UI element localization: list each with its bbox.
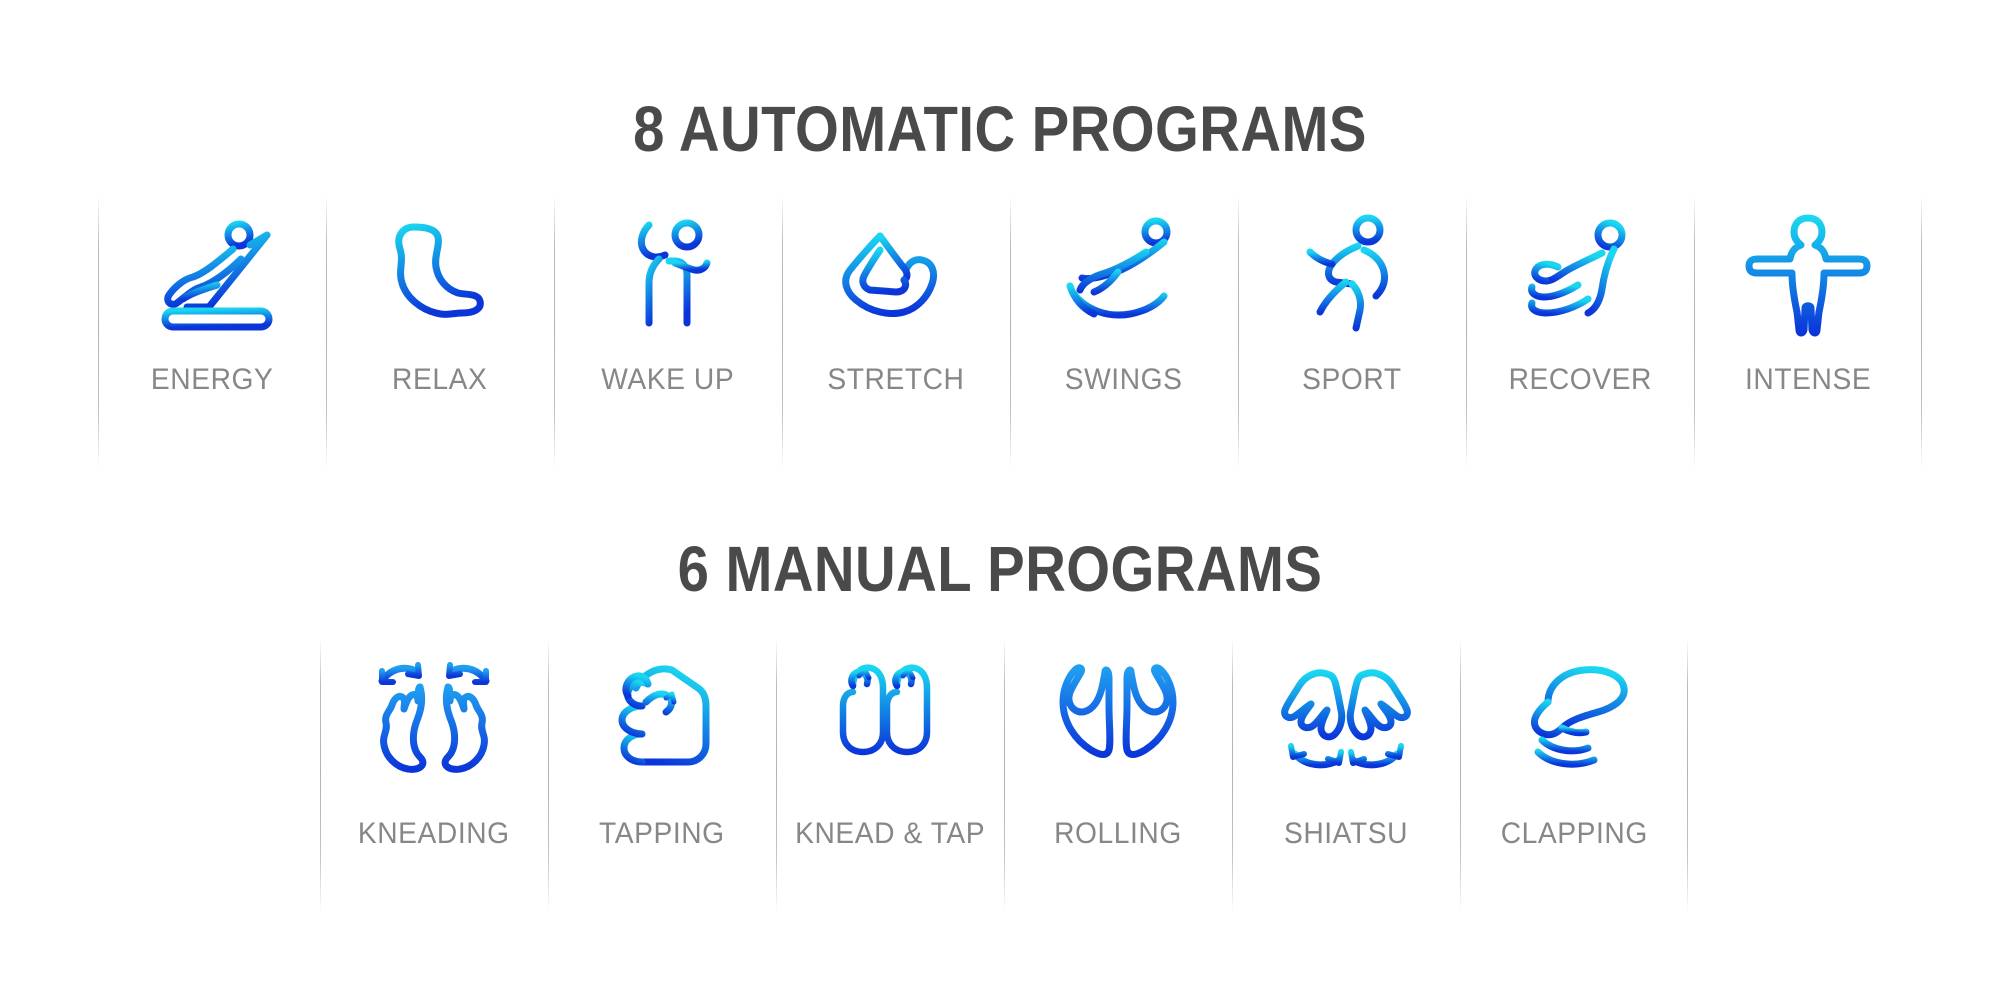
programs-infographic: 8 AUTOMATIC PROGRAMS ENERGY RELAX WAKE U… [0,0,2000,1000]
program-cell-tapping[interactable]: TAPPING [548,637,776,912]
reclining-chair-icon [98,195,326,355]
program-label: CLAPPING [1500,817,1648,850]
program-cell-stretch[interactable]: STRETCH [782,195,1010,470]
two-hands-rotating-icon [320,637,548,797]
program-cell-sport[interactable]: SPORT [1238,195,1466,470]
program-label: TAPPING [599,817,725,850]
program-cell-rolling[interactable]: ROLLING [1004,637,1232,912]
program-label: STRETCH [827,363,965,396]
program-label: RECOVER [1508,363,1652,396]
program-cell-shiatsu[interactable]: SHIATSU [1232,637,1460,912]
program-label: WAKE UP [601,363,735,396]
open-palm-waves-icon [1460,637,1688,797]
person-stretching-arm-icon [554,195,782,355]
automatic-programs-grid: ENERGY RELAX WAKE UP STRETCH SWINGS SPOR… [98,195,1922,470]
manual-programs-title: 6 MANUAL PROGRAMS [677,533,1323,605]
automatic-programs-title: 8 AUTOMATIC PROGRAMS [633,93,1367,165]
program-cell-kneading[interactable]: KNEADING [320,637,548,912]
two-fists-up-icon [776,637,1004,797]
program-cell-clapping[interactable]: CLAPPING [1460,637,1688,912]
program-cell-relax[interactable]: RELAX [326,195,554,470]
program-label: INTENSE [1744,363,1872,396]
rocking-person-icon [1010,195,1238,355]
program-label: ENERGY [150,363,274,396]
two-pointing-hands-icon [1232,637,1460,797]
program-cell-swings[interactable]: SWINGS [1010,195,1238,470]
program-label: KNEADING [358,817,510,850]
running-person-icon [1238,195,1466,355]
program-cell-wake-up[interactable]: WAKE UP [554,195,782,470]
program-cell-energy[interactable]: ENERGY [98,195,326,470]
arms-outstretched-person-icon [1694,195,1922,355]
seated-recovery-icon [1466,195,1694,355]
relaxed-body-icon [326,195,554,355]
program-cell-recover[interactable]: RECOVER [1466,195,1694,470]
program-cell-intense[interactable]: INTENSE [1694,195,1922,470]
program-cell-knead-and-tap[interactable]: KNEAD & TAP [776,637,1004,912]
stretch-shape-icon [782,195,1010,355]
program-label: RELAX [392,363,488,396]
program-label: ROLLING [1054,817,1182,850]
two-hands-rolling-icon [1004,637,1232,797]
program-label: SWINGS [1065,363,1183,396]
program-label: KNEAD & TAP [794,817,986,850]
program-label: SHIATSU [1283,817,1409,850]
manual-programs-grid: KNEADING TAPPING KNEAD & TAP ROLLING SHI… [320,637,1688,912]
fist-icon [548,637,776,797]
program-label: SPORT [1302,363,1402,396]
